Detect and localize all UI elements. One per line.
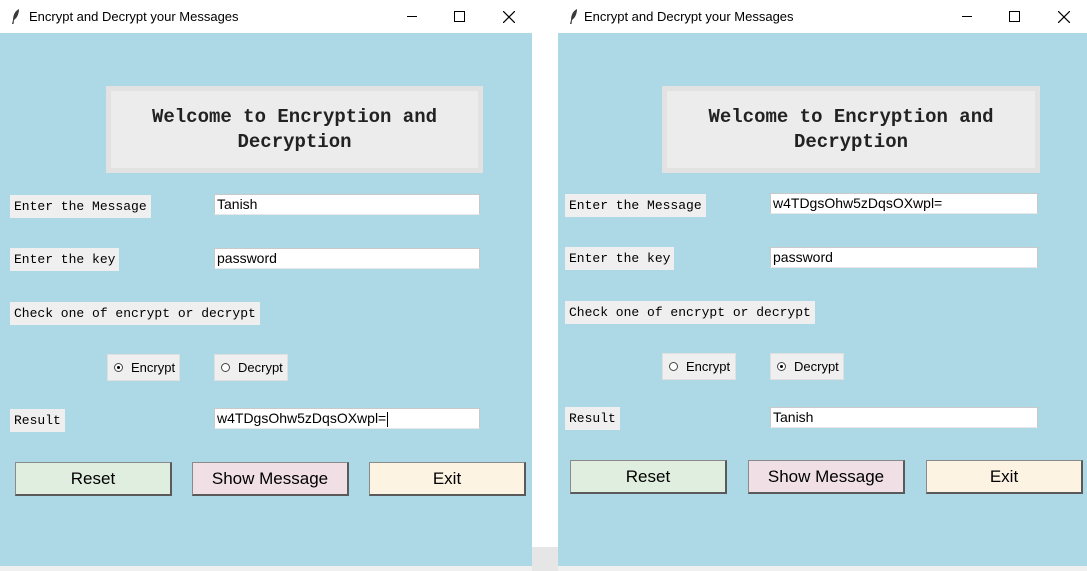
minimize-icon <box>407 16 417 17</box>
close-button[interactable] <box>486 0 532 33</box>
show-message-button[interactable]: Show Message <box>748 460 905 494</box>
welcome-text: Welcome to Encryption and Decryption <box>708 105 994 153</box>
reset-button[interactable]: Reset <box>570 460 727 494</box>
minimize-button[interactable] <box>944 0 990 33</box>
maximize-button[interactable] <box>436 0 482 33</box>
decrypt-label: Decrypt <box>794 359 839 374</box>
maximize-icon <box>453 11 465 22</box>
show-message-button[interactable]: Show Message <box>192 462 349 496</box>
separator <box>532 0 558 571</box>
message-input[interactable]: w4TDgsOhw5zDqsOXwpl= <box>770 193 1038 214</box>
message-input[interactable]: Tanish <box>214 194 480 215</box>
key-label: Enter the key <box>10 248 120 271</box>
minimize-button[interactable] <box>389 0 435 33</box>
app-window-encrypt: Encrypt and Decrypt your Messages Welcom… <box>0 0 532 566</box>
encrypt-label: Encrypt <box>131 360 176 375</box>
window-title: Encrypt and Decrypt your Messages <box>584 9 794 24</box>
app-window-decrypt: Encrypt and Decrypt your Messages Welcom… <box>558 0 1087 566</box>
feather-icon <box>12 9 19 24</box>
decrypt-label: Decrypt <box>238 360 283 375</box>
feather-icon <box>570 9 577 24</box>
key-input[interactable]: password <box>214 248 480 269</box>
decrypt-radio[interactable]: Decrypt <box>214 354 288 381</box>
message-label: Enter the Message <box>565 194 706 217</box>
maximize-button[interactable] <box>991 0 1037 33</box>
key-input[interactable]: password <box>770 247 1038 268</box>
welcome-header: Welcome to Encryption and Decryption <box>106 86 483 173</box>
key-label: Enter the key <box>565 247 675 270</box>
result-input[interactable]: w4TDgsOhw5zDqsOXwpl= <box>214 408 480 429</box>
welcome-text: Welcome to Encryption and Decryption <box>151 105 438 153</box>
result-label: Result <box>10 409 65 432</box>
window-title: Encrypt and Decrypt your Messages <box>29 9 239 24</box>
radio-unselected-icon <box>221 363 230 372</box>
text-cursor <box>387 411 389 427</box>
maximize-icon <box>1008 11 1020 22</box>
message-label: Enter the Message <box>10 195 151 218</box>
minimize-icon <box>962 16 972 17</box>
encrypt-label: Encrypt <box>686 359 731 374</box>
mode-label: Check one of encrypt or decrypt <box>565 301 815 324</box>
radio-selected-icon <box>777 362 786 371</box>
close-icon <box>1058 10 1070 23</box>
title-bar: Encrypt and Decrypt your Messages <box>558 0 1087 33</box>
encrypt-radio[interactable]: Encrypt <box>107 354 180 381</box>
radio-unselected-icon <box>669 362 678 371</box>
result-label: Result <box>565 407 620 430</box>
reset-button[interactable]: Reset <box>15 462 172 496</box>
result-value: w4TDgsOhw5zDqsOXwpl= <box>217 410 387 426</box>
close-icon <box>503 10 515 23</box>
exit-button[interactable]: Exit <box>926 460 1083 494</box>
decrypt-radio[interactable]: Decrypt <box>770 353 844 380</box>
welcome-header: Welcome to Encryption and Decryption <box>662 86 1040 173</box>
exit-button[interactable]: Exit <box>369 462 526 496</box>
result-input[interactable]: Tanish <box>770 407 1038 428</box>
title-bar: Encrypt and Decrypt your Messages <box>0 0 532 33</box>
encrypt-radio[interactable]: Encrypt <box>662 353 736 380</box>
close-button[interactable] <box>1041 0 1087 33</box>
radio-selected-icon <box>114 363 123 372</box>
mode-label: Check one of encrypt or decrypt <box>10 302 260 325</box>
